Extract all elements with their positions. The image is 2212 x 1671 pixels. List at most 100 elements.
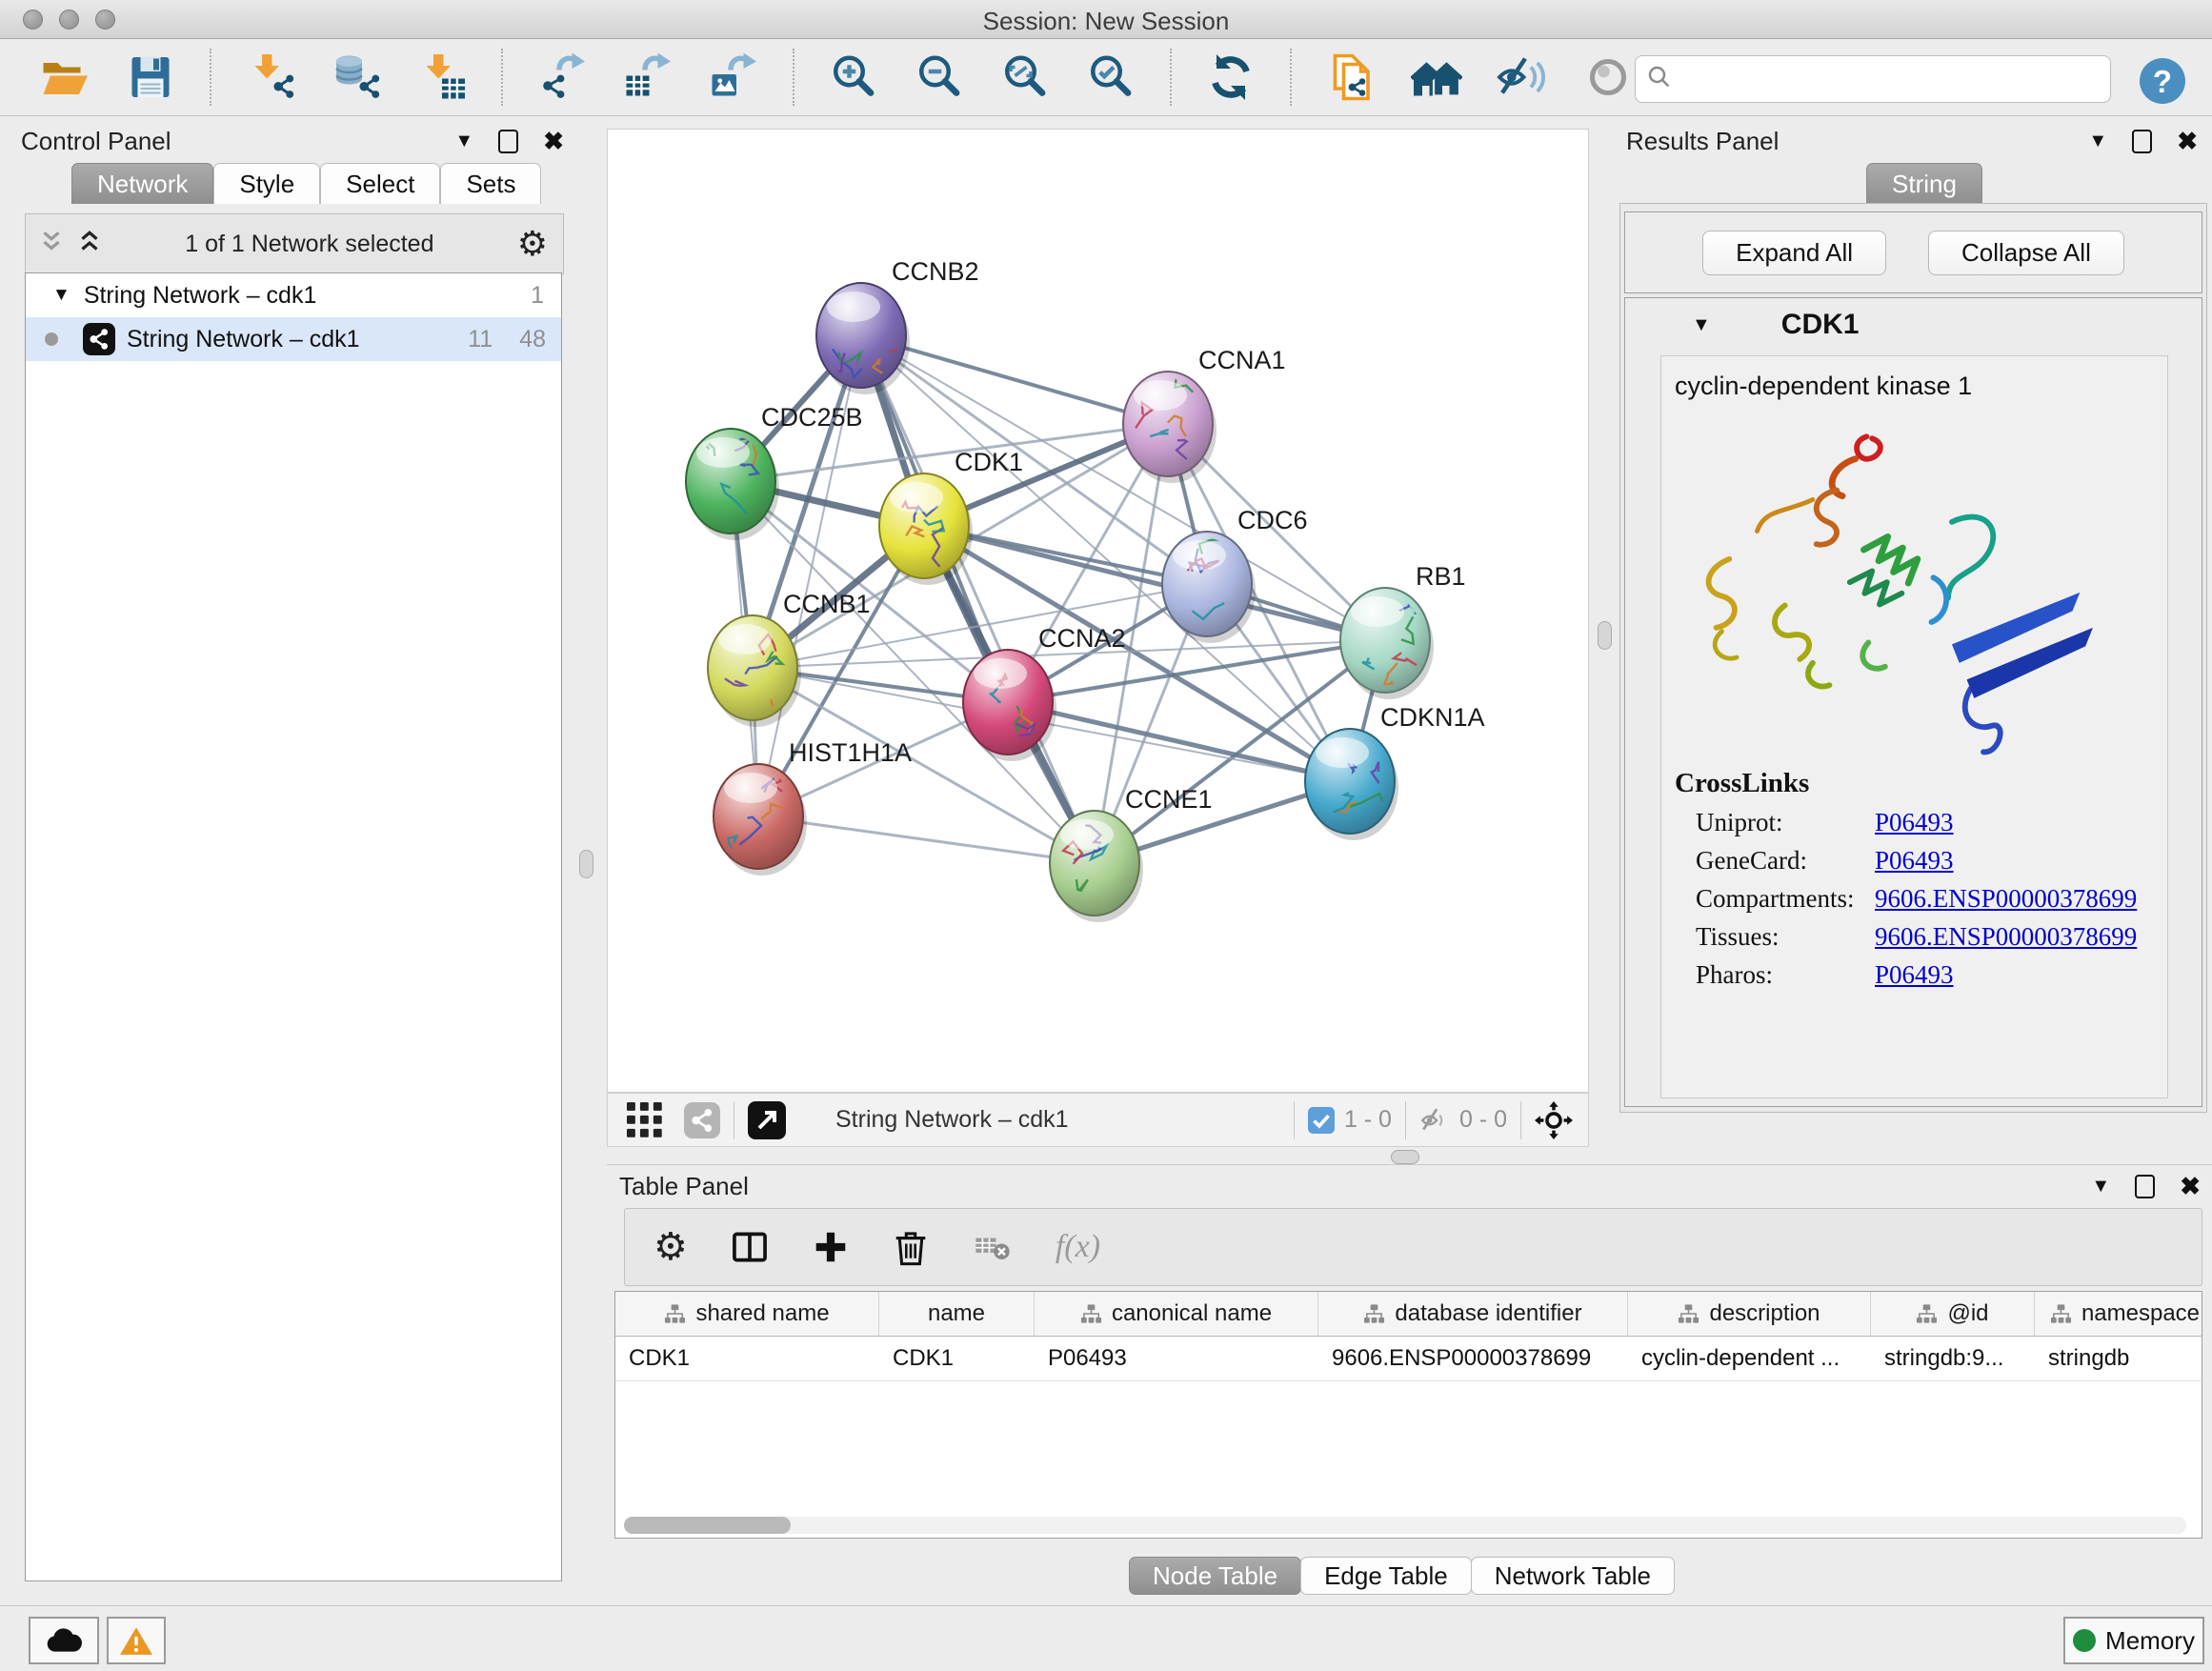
memory-status-dot — [2073, 1629, 2096, 1652]
selected-checkbox-icon[interactable] — [1308, 1107, 1335, 1134]
delete-column-trash-icon[interactable] — [892, 1228, 930, 1266]
tree-expander-icon[interactable]: ▼ — [52, 285, 70, 306]
export-network-icon[interactable] — [535, 50, 589, 104]
refresh-icon[interactable] — [1204, 50, 1257, 104]
close-panel-icon[interactable]: ✖ — [543, 127, 564, 156]
tab-style[interactable]: Style — [213, 163, 320, 204]
tab-network-table[interactable]: Network Table — [1471, 1557, 1675, 1595]
crosslink-link[interactable]: 9606.ENSP00000378699 — [1875, 922, 2137, 952]
close-table-panel-icon[interactable]: ✖ — [2180, 1172, 2201, 1201]
control-panel-header: Control Panel ▼ ✖ — [21, 124, 564, 158]
warning-icon — [119, 1625, 153, 1656]
zoom-in-icon[interactable] — [827, 50, 880, 104]
network-node-CCNB2[interactable]: CCNB2 — [816, 257, 979, 394]
float-panel-icon[interactable] — [498, 130, 518, 153]
crosslinks-heading: CrossLinks — [1675, 768, 2167, 799]
column-header-name[interactable]: name — [879, 1292, 1035, 1336]
table-body: CDK1CDK1P064939606.ENSP00000378699cyclin… — [615, 1337, 2202, 1381]
crosslink-link[interactable]: P06493 — [1875, 960, 1954, 990]
network-view-title: String Network – cdk1 — [835, 1106, 1069, 1134]
warning-button[interactable] — [107, 1617, 166, 1664]
float-table-panel-icon[interactable] — [2135, 1175, 2155, 1198]
left-splitter-handle[interactable] — [579, 850, 593, 878]
zoom-selected-icon[interactable] — [1084, 50, 1137, 104]
horizontal-splitter-handle[interactable] — [1391, 1150, 1419, 1164]
share-document-icon[interactable] — [1324, 50, 1377, 104]
import-network-icon[interactable] — [244, 50, 297, 104]
fit-selected-crosshair-icon[interactable] — [1535, 1101, 1573, 1139]
zoom-out-icon[interactable] — [913, 50, 966, 104]
string-view-gray-icon[interactable] — [684, 1102, 720, 1138]
collapse-table-panel-icon[interactable]: ▼ — [2091, 1176, 2110, 1198]
expand-all-button[interactable]: Expand All — [1702, 231, 1886, 275]
column-header-description[interactable]: description — [1628, 1292, 1871, 1336]
node-label: CCNB1 — [783, 590, 871, 618]
network-row-selected[interactable]: String Network – cdk1 11 48 — [26, 317, 561, 361]
collapse-all-networks-icon[interactable] — [77, 229, 102, 260]
collapse-all-button[interactable]: Collapse All — [1928, 231, 2124, 275]
help-icon[interactable]: ? — [2137, 55, 2188, 107]
crosslink-link[interactable]: P06493 — [1875, 808, 1954, 837]
collapse-results-icon[interactable]: ▼ — [2088, 131, 2107, 152]
crosslink-row: Uniprot:P06493 — [1696, 808, 2167, 837]
crosslink-link[interactable]: 9606.ENSP00000378699 — [1875, 884, 2137, 914]
collapse-panel-icon[interactable]: ▼ — [454, 131, 473, 152]
delete-table-icon — [972, 1228, 1014, 1266]
gene-expander-icon[interactable]: ▼ — [1692, 314, 1711, 336]
column-header-canonical-name[interactable]: canonical name — [1035, 1292, 1318, 1336]
tab-network[interactable]: Network — [71, 163, 213, 204]
tab-string[interactable]: String — [1866, 163, 1982, 204]
table-cell: CDK1 — [879, 1337, 1035, 1380]
network-node-CCNA1[interactable]: CCNA1 — [1123, 346, 1286, 483]
network-options-gear-icon[interactable]: ⚙ — [517, 227, 548, 261]
import-table-icon[interactable] — [415, 50, 469, 104]
float-results-icon[interactable] — [2132, 130, 2152, 153]
table-options-gear-icon[interactable]: ⚙ — [654, 1228, 688, 1266]
table-row[interactable]: CDK1CDK1P064939606.ENSP00000378699cyclin… — [615, 1337, 2202, 1381]
open-session-icon[interactable] — [38, 50, 91, 104]
import-database-icon[interactable] — [330, 50, 383, 104]
birdseye-view-icon[interactable] — [748, 1101, 786, 1139]
crosslink-link[interactable]: P06493 — [1875, 846, 1954, 876]
search-input[interactable] — [1674, 65, 2110, 93]
network-collection-row[interactable]: ▼ String Network – cdk1 1 — [26, 273, 561, 317]
network-node-HIST1H1A[interactable]: HIST1H1A — [714, 738, 912, 876]
network-node-CDC6[interactable]: CDC6 — [1162, 506, 1308, 643]
tab-select[interactable]: Select — [320, 163, 440, 204]
add-column-plus-icon[interactable] — [812, 1228, 850, 1266]
close-results-icon[interactable]: ✖ — [2177, 127, 2198, 156]
homes-icon[interactable] — [1410, 50, 1463, 104]
column-header-shared-name[interactable]: shared name — [615, 1292, 879, 1336]
show-columns-icon[interactable] — [730, 1227, 770, 1267]
hide-eye-icon[interactable] — [1496, 50, 1549, 104]
eye-gray-icon[interactable] — [1581, 50, 1635, 104]
column-header-database-identifier[interactable]: database identifier — [1318, 1292, 1628, 1336]
table-cell: stringdb — [2035, 1337, 2202, 1380]
zoom-fit-icon[interactable] — [998, 50, 1052, 104]
column-header-namespace[interactable]: namespace — [2035, 1292, 2202, 1336]
table-scrollbar-thumb[interactable] — [624, 1517, 791, 1534]
toolbar-separator — [1290, 49, 1292, 106]
network-canvas[interactable]: CCNB2CCNA1CDC25BCDK1CDC6RB1CCNB1CCNA2CDK… — [607, 129, 1589, 1093]
network-node-CDC25B[interactable]: CDC25B — [686, 403, 863, 540]
tab-node-table[interactable]: Node Table — [1129, 1557, 1301, 1595]
export-table-icon[interactable] — [621, 50, 674, 104]
grid-view-icon[interactable] — [627, 1102, 663, 1138]
gene-section-header[interactable]: ▼ CDK1 — [1625, 298, 2202, 352]
toolbar-separator — [210, 49, 211, 106]
network-edge — [861, 335, 1095, 863]
column-header--id[interactable]: @id — [1871, 1292, 2035, 1336]
save-session-icon[interactable] — [124, 50, 177, 104]
tab-sets[interactable]: Sets — [440, 163, 541, 204]
network-node-CCNE1[interactable]: CCNE1 — [1050, 785, 1213, 922]
network-node-CDK1[interactable]: CDK1 — [879, 448, 1023, 585]
memory-button[interactable]: Memory — [2063, 1617, 2204, 1664]
cloud-button[interactable] — [29, 1617, 99, 1664]
network-node-RB1[interactable]: RB1 — [1340, 562, 1466, 699]
right-splitter-handle[interactable] — [1598, 621, 1612, 650]
network-node-CDKN1A[interactable]: CDKN1A — [1305, 703, 1485, 840]
hidden-eye-icon[interactable] — [1419, 1105, 1450, 1136]
export-image-icon[interactable] — [707, 50, 760, 104]
expand-all-networks-icon[interactable] — [39, 229, 64, 260]
tab-edge-table[interactable]: Edge Table — [1300, 1557, 1472, 1595]
